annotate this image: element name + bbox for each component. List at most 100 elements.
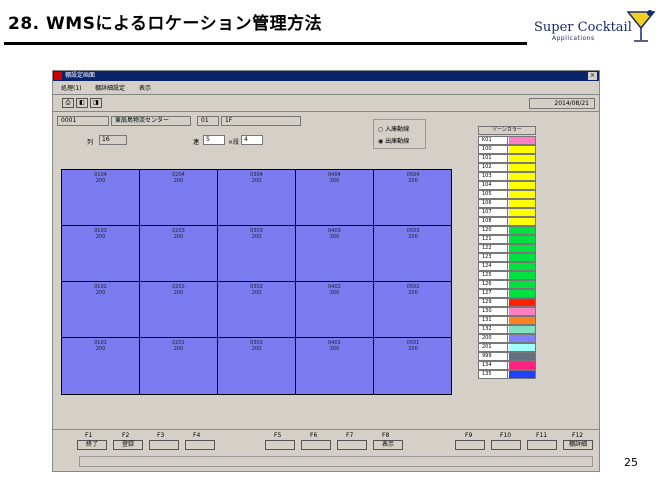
menu-view[interactable]: 表示 <box>139 83 151 92</box>
display-button[interactable]: 表示 <box>373 440 403 450</box>
zone-row[interactable]: 999 <box>478 352 536 361</box>
zone-row[interactable]: 130 <box>478 307 536 316</box>
zone-code: 126 <box>479 281 508 288</box>
close-icon[interactable]: × <box>588 72 597 80</box>
zone-code: 201 <box>479 344 508 351</box>
zone-row[interactable]: 124 <box>478 262 536 271</box>
zone-row[interactable]: 127 <box>478 289 536 298</box>
zone-color-swatch <box>509 362 535 369</box>
zone-row[interactable]: 108 <box>478 217 536 226</box>
location-cell[interactable]: 0504 200 <box>374 170 452 226</box>
zone-color-swatch <box>509 308 535 315</box>
window-title: 棚設定画面 <box>65 72 96 79</box>
zone-row[interactable]: 102 <box>478 163 536 172</box>
zone-row[interactable]: 120 <box>478 226 536 235</box>
location-cell[interactable]: 0301 200 <box>218 338 296 394</box>
location-cell[interactable]: 0501 200 <box>374 338 452 394</box>
fkey-label-f9: F9 <box>465 432 473 439</box>
zone-row[interactable]: 107 <box>478 208 536 217</box>
radio-outbound[interactable]: ◉ 出庫動線 <box>378 136 409 145</box>
zone-row[interactable]: 132 <box>478 325 536 334</box>
area-field: 01 <box>197 116 219 126</box>
location-cell[interactable]: 0203 200 <box>140 226 218 282</box>
f11-button[interactable] <box>527 440 557 450</box>
zone-color-swatch <box>509 218 535 225</box>
cell-qty: 200 <box>95 290 106 296</box>
f3-button[interactable] <box>149 440 179 450</box>
location-cell[interactable]: 0503 200 <box>374 226 452 282</box>
fkey-label-f3: F3 <box>157 432 165 439</box>
cell-qty: 200 <box>329 346 340 352</box>
zone-row[interactable]: 134 <box>478 361 536 370</box>
f5-button[interactable] <box>265 440 295 450</box>
zone-row[interactable]: 201 <box>478 343 536 352</box>
zone-row[interactable]: 121 <box>478 235 536 244</box>
zone-row[interactable]: 125 <box>478 271 536 280</box>
zone-color-swatch <box>509 353 535 360</box>
f7-button[interactable] <box>337 440 367 450</box>
menu-shelf-detail[interactable]: 棚詳細設定 <box>95 83 125 92</box>
fkey-label-f5: F5 <box>274 432 282 439</box>
zone-row[interactable]: 100 <box>478 145 536 154</box>
f9-button[interactable] <box>455 440 485 450</box>
zone-row[interactable]: 101 <box>478 154 536 163</box>
location-cell[interactable]: 0404 200 <box>296 170 374 226</box>
location-cell[interactable]: 0202 200 <box>140 282 218 338</box>
zone-row[interactable]: 126 <box>478 280 536 289</box>
zone-color-swatch <box>509 227 535 234</box>
cell-qty: 200 <box>95 178 106 184</box>
radio-inbound[interactable]: ○ 入庫動線 <box>378 124 409 133</box>
print-icon[interactable]: ⎙ <box>62 98 74 108</box>
location-cell[interactable]: 0502 200 <box>374 282 452 338</box>
zone-row[interactable]: 104 <box>478 181 536 190</box>
cell-qty: 200 <box>251 234 262 240</box>
menu-process[interactable]: 処理(1) <box>61 83 82 92</box>
brand-logo: Super Cocktail Applications <box>530 8 658 48</box>
location-cell[interactable]: 0201 200 <box>140 338 218 394</box>
location-cell[interactable]: 0402 200 <box>296 282 374 338</box>
zone-row[interactable]: K01 <box>478 136 536 145</box>
floor-field: 1F <box>221 116 301 126</box>
location-cell[interactable]: 0302 200 <box>218 282 296 338</box>
location-cell[interactable]: 0101 200 <box>62 338 140 394</box>
zone-row[interactable]: 103 <box>478 172 536 181</box>
preview-icon[interactable]: ◨ <box>90 98 102 108</box>
location-cell[interactable]: 0303 200 <box>218 226 296 282</box>
f4-button[interactable] <box>185 440 215 450</box>
shelf-detail-button[interactable]: 棚詳細 <box>563 440 593 450</box>
dan-input[interactable]: 4 <box>241 135 263 145</box>
zone-row[interactable]: 106 <box>478 199 536 208</box>
zone-row[interactable]: 123 <box>478 253 536 262</box>
location-cell[interactable]: 0104 200 <box>62 170 140 226</box>
cell-qty: 200 <box>173 290 184 296</box>
zone-row[interactable]: 129 <box>478 298 536 307</box>
location-cell[interactable]: 0103 200 <box>62 226 140 282</box>
zone-row[interactable]: 131 <box>478 316 536 325</box>
zone-code: 108 <box>479 218 508 225</box>
fkey-label-f10: F10 <box>500 432 512 439</box>
radio-selected-icon: ◉ <box>378 138 384 145</box>
location-cell[interactable]: 0204 200 <box>140 170 218 226</box>
register-button[interactable]: 登録 <box>113 440 143 450</box>
zone-color-swatch <box>509 173 535 180</box>
cell-qty: 200 <box>408 290 418 296</box>
zone-row[interactable]: 105 <box>478 190 536 199</box>
save-icon[interactable]: ◧ <box>76 98 88 108</box>
exit-button[interactable]: 終了 <box>77 440 107 450</box>
location-cell[interactable]: 0304 200 <box>218 170 296 226</box>
location-cell[interactable]: 0102 200 <box>62 282 140 338</box>
location-cell[interactable]: 0403 200 <box>296 226 374 282</box>
zone-code: 130 <box>479 308 508 315</box>
fkey-label-f11: F11 <box>536 432 548 439</box>
f6-button[interactable] <box>301 440 331 450</box>
ren-input[interactable]: 5 <box>203 135 225 145</box>
location-cell[interactable]: 0401 200 <box>296 338 374 394</box>
zone-row[interactable]: 122 <box>478 244 536 253</box>
window-titlebar[interactable]: 棚設定画面 × <box>53 71 599 81</box>
zone-color-swatch <box>509 272 535 279</box>
zone-code: 132 <box>479 326 508 333</box>
zone-row[interactable]: 135 <box>478 370 536 379</box>
zone-color-swatch <box>509 182 535 189</box>
f10-button[interactable] <box>491 440 521 450</box>
zone-row[interactable]: 200 <box>478 334 536 343</box>
